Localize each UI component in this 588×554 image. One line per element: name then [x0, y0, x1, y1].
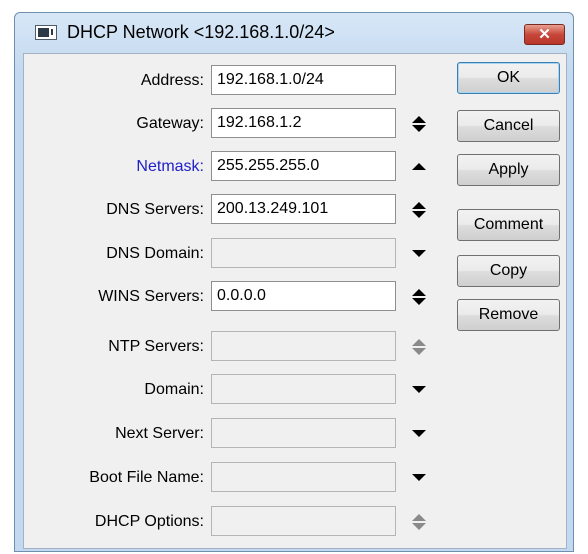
title-bar[interactable]: DHCP Network <192.168.1.0/24> ✕	[15, 13, 573, 53]
dhcp-options-label: DHCP Options:	[94, 513, 204, 530]
add-up-icon[interactable]	[412, 116, 426, 123]
add-up-icon[interactable]	[412, 339, 426, 346]
domain-field[interactable]	[211, 374, 396, 404]
gateway-label: Gateway:	[136, 115, 204, 132]
row-next-server: Next Server:	[24, 418, 454, 448]
row-dns-domain: DNS Domain:	[24, 238, 454, 268]
expand-down-icon[interactable]	[412, 430, 426, 437]
remove-down-icon[interactable]	[412, 211, 426, 218]
row-dhcp-options: DHCP Options:	[24, 506, 454, 536]
row-dns-servers: DNS Servers: 200.13.249.101	[24, 194, 454, 224]
add-up-icon[interactable]	[412, 514, 426, 521]
copy-button[interactable]: Copy	[457, 255, 560, 287]
domain-spinner[interactable]	[409, 374, 429, 404]
domain-label: Domain:	[144, 381, 204, 398]
wins-servers-field[interactable]: 0.0.0.0	[211, 281, 396, 311]
gateway-field[interactable]: 192.168.1.2	[211, 108, 396, 138]
row-ntp-servers: NTP Servers:	[24, 331, 454, 361]
wins-servers-label: WINS Servers:	[98, 288, 204, 305]
remove-down-icon[interactable]	[412, 125, 426, 132]
next-server-spinner[interactable]	[409, 418, 429, 448]
expand-down-icon[interactable]	[412, 474, 426, 481]
boot-file-name-spinner[interactable]	[409, 462, 429, 492]
row-wins-servers: WINS Servers: 0.0.0.0	[24, 281, 454, 311]
remove-button[interactable]: Remove	[457, 299, 560, 331]
netmask-label: Netmask:	[136, 158, 204, 175]
remove-down-icon[interactable]	[412, 523, 426, 530]
netmask-spinner[interactable]	[409, 151, 429, 181]
ntp-servers-spinner[interactable]	[409, 331, 429, 361]
expand-down-icon[interactable]	[412, 386, 426, 393]
dhcp-network-window: DHCP Network <192.168.1.0/24> ✕ Address:…	[14, 12, 574, 552]
dhcp-options-spinner[interactable]	[409, 506, 429, 536]
dns-servers-field[interactable]: 200.13.249.101	[211, 194, 396, 224]
next-server-field[interactable]	[211, 418, 396, 448]
comment-button[interactable]: Comment	[457, 209, 560, 241]
apply-button[interactable]: Apply	[457, 154, 560, 186]
close-button[interactable]: ✕	[524, 24, 565, 45]
ok-button[interactable]: OK	[457, 62, 560, 94]
row-domain: Domain:	[24, 374, 454, 404]
row-gateway: Gateway: 192.168.1.2	[24, 108, 454, 138]
row-boot-file-name: Boot File Name:	[24, 462, 454, 492]
dhcp-options-field[interactable]	[211, 506, 396, 536]
next-server-label: Next Server:	[115, 425, 204, 442]
dns-servers-spinner[interactable]	[409, 194, 429, 224]
row-address: Address: 192.168.1.0/24	[24, 65, 454, 95]
dns-domain-spinner[interactable]	[409, 238, 429, 268]
remove-down-icon[interactable]	[412, 298, 426, 305]
netmask-field[interactable]: 255.255.255.0	[211, 151, 396, 181]
add-up-icon[interactable]	[412, 289, 426, 296]
boot-file-name-label: Boot File Name:	[89, 469, 204, 486]
form-area: Address: 192.168.1.0/24 Gateway: 192.168…	[23, 53, 567, 549]
window-icon	[35, 25, 57, 40]
dns-domain-field[interactable]	[211, 238, 396, 268]
remove-down-icon[interactable]	[412, 348, 426, 355]
collapse-up-icon[interactable]	[412, 163, 426, 170]
ntp-servers-label: NTP Servers:	[108, 338, 204, 355]
dns-servers-label: DNS Servers:	[106, 201, 204, 218]
gateway-spinner[interactable]	[409, 108, 429, 138]
address-label: Address:	[140, 72, 204, 89]
wins-servers-spinner[interactable]	[409, 281, 429, 311]
address-field[interactable]: 192.168.1.0/24	[211, 65, 396, 95]
dns-domain-label: DNS Domain:	[106, 245, 204, 262]
row-netmask: Netmask: 255.255.255.0	[24, 151, 454, 181]
ntp-servers-field[interactable]	[211, 331, 396, 361]
add-up-icon[interactable]	[412, 202, 426, 209]
cancel-button[interactable]: Cancel	[457, 110, 560, 142]
expand-down-icon[interactable]	[412, 250, 426, 257]
window-title: DHCP Network <192.168.1.0/24>	[67, 22, 335, 42]
boot-file-name-field[interactable]	[211, 462, 396, 492]
